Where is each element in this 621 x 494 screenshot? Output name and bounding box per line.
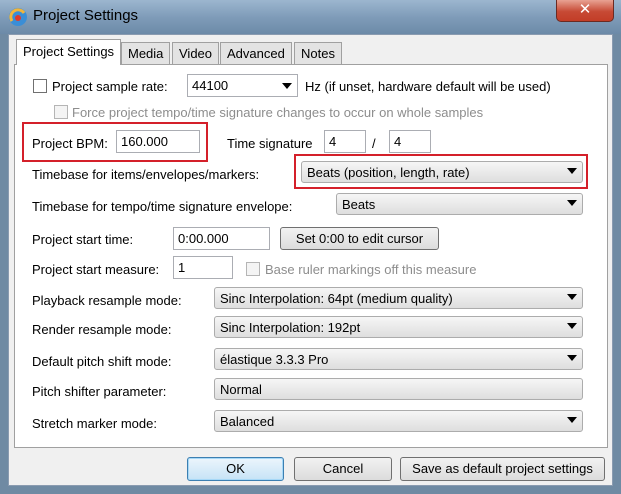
sample-rate-checkbox[interactable] bbox=[33, 79, 47, 93]
time-signature-label: Time signature bbox=[227, 136, 313, 151]
sample-rate-label: Project sample rate: bbox=[52, 79, 168, 94]
pitch-param-dropdown[interactable]: Normal bbox=[214, 378, 583, 400]
start-time-input[interactable]: 0:00.000 bbox=[173, 227, 270, 250]
chevron-down-icon bbox=[567, 355, 577, 361]
chevron-down-icon bbox=[567, 200, 577, 206]
force-tempo-label: Force project tempo/time signature chang… bbox=[72, 105, 484, 120]
render-resample-label: Render resample mode: bbox=[32, 322, 172, 337]
time-signature-denominator[interactable]: 4 bbox=[389, 130, 431, 153]
playback-resample-dropdown[interactable]: Sinc Interpolation: 64pt (medium quality… bbox=[214, 287, 583, 309]
close-icon: ✕ bbox=[578, 1, 592, 18]
tab-media[interactable]: Media bbox=[121, 42, 171, 64]
reaper-icon bbox=[9, 8, 27, 26]
tab-video[interactable]: Video bbox=[172, 42, 220, 64]
timebase-highlight-box bbox=[294, 154, 588, 189]
time-signature-numerator[interactable]: 4 bbox=[324, 130, 366, 153]
start-time-label: Project start time: bbox=[32, 232, 134, 247]
pitch-param-label: Pitch shifter parameter: bbox=[32, 384, 167, 399]
time-signature-separator: / bbox=[372, 136, 376, 151]
ok-button[interactable]: OK bbox=[187, 457, 284, 481]
pitch-shift-label: Default pitch shift mode: bbox=[32, 354, 172, 369]
tab-notes[interactable]: Notes bbox=[294, 42, 342, 64]
chevron-down-icon bbox=[567, 417, 577, 423]
timebase-tempo-dropdown[interactable]: Beats bbox=[336, 193, 583, 215]
tab-advanced[interactable]: Advanced bbox=[220, 42, 292, 64]
timebase-tempo-label: Timebase for tempo/time signature envelo… bbox=[32, 199, 293, 214]
set-start-to-cursor-button[interactable]: Set 0:00 to edit cursor bbox=[280, 227, 439, 250]
sample-rate-note: Hz (if unset, hardware default will be u… bbox=[305, 79, 551, 94]
timebase-items-label: Timebase for items/envelopes/markers: bbox=[32, 167, 260, 182]
stretch-marker-label: Stretch marker mode: bbox=[32, 416, 157, 431]
window-title: Project Settings bbox=[33, 7, 139, 24]
chevron-down-icon bbox=[567, 294, 577, 300]
pitch-shift-dropdown[interactable]: élastique 3.3.3 Pro bbox=[214, 348, 583, 370]
base-ruler-checkbox[interactable] bbox=[246, 262, 260, 276]
stretch-marker-dropdown[interactable]: Balanced bbox=[214, 410, 583, 432]
render-resample-dropdown[interactable]: Sinc Interpolation: 192pt bbox=[214, 316, 583, 338]
playback-resample-label: Playback resample mode: bbox=[32, 293, 182, 308]
start-measure-input[interactable]: 1 bbox=[173, 256, 233, 279]
close-button[interactable]: ✕ bbox=[556, 0, 614, 22]
base-ruler-label: Base ruler markings off this measure bbox=[265, 262, 477, 277]
cancel-button[interactable]: Cancel bbox=[294, 457, 392, 481]
save-default-button[interactable]: Save as default project settings bbox=[400, 457, 605, 481]
start-measure-label: Project start measure: bbox=[32, 262, 160, 277]
chevron-down-icon bbox=[567, 323, 577, 329]
bpm-highlight-box bbox=[22, 122, 208, 162]
sample-rate-combo[interactable]: 44100 bbox=[187, 74, 298, 97]
chevron-down-icon[interactable] bbox=[282, 83, 292, 89]
tab-project-settings[interactable]: Project Settings bbox=[16, 39, 122, 65]
force-tempo-checkbox[interactable] bbox=[54, 105, 68, 119]
